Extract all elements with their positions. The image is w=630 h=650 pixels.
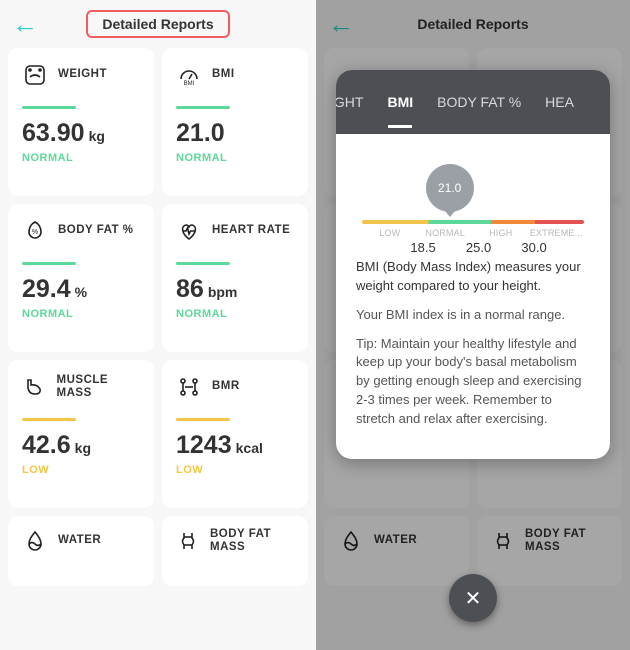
card-label: HEART RATE [212, 224, 290, 237]
bmr-icon [176, 374, 202, 400]
modal-tabs: IGHT BMI BODY FAT % HEA [336, 70, 610, 134]
heart-icon [176, 218, 202, 244]
gauge-bar [362, 220, 584, 224]
gauge: 21.0 LOW NORMAL HIGH EXTREME... 18.5 25.… [356, 168, 590, 258]
gauge-range-labels: LOW NORMAL HIGH EXTREME... [362, 228, 584, 238]
svg-text:%: % [32, 229, 38, 236]
close-icon: ✕ [465, 586, 482, 611]
desc-heading: BMI (Body Mass Index) measures your weig… [356, 258, 590, 296]
accent-bar [176, 418, 230, 421]
desc-p2: Tip: Maintain your healthy lifestyle and… [356, 335, 590, 429]
card-weight[interactable]: WEIGHT 63.90 kg NORMAL [8, 48, 154, 196]
range-high: HIGH [473, 228, 529, 238]
range-low: LOW [362, 228, 418, 238]
desc-p1: Your BMI index is in a normal range. [356, 306, 590, 325]
card-unit: % [75, 284, 87, 300]
card-unit: kg [75, 440, 91, 456]
tab-weight[interactable]: IGHT [336, 94, 375, 110]
card-status: LOW [176, 464, 296, 476]
card-label: WEIGHT [58, 68, 107, 81]
card-value: 21.0 [176, 119, 225, 148]
tick-val: 30.0 [506, 240, 562, 255]
card-heartrate[interactable]: HEART RATE 86 bpm NORMAL [162, 204, 308, 352]
right-pane: ← Detailed Reports WATER BODY FAT MASS [316, 0, 630, 650]
title-highlight-box: Detailed Reports [86, 10, 229, 38]
card-label: WATER [58, 534, 101, 547]
modal-body: 21.0 LOW NORMAL HIGH EXTREME... 18.5 25.… [336, 134, 610, 459]
accent-bar [176, 262, 230, 265]
card-value: 1243 [176, 431, 232, 460]
bodyfat-icon: % [22, 218, 48, 244]
gauge-tick-values: 18.5 25.0 30.0 [362, 240, 584, 255]
water-icon [22, 528, 48, 554]
card-unit: kcal [236, 440, 263, 456]
tick-val: 25.0 [451, 240, 507, 255]
tab-bmi[interactable]: BMI [375, 94, 425, 110]
card-water[interactable]: WATER [8, 516, 154, 586]
card-value: 42.6 [22, 431, 71, 460]
accent-bar [22, 262, 76, 265]
card-status: LOW [22, 464, 142, 476]
card-status: NORMAL [176, 152, 296, 164]
card-bodyfatmass[interactable]: BODY FAT MASS [162, 516, 308, 586]
page-title: Detailed Reports [102, 16, 213, 32]
muscle-icon [22, 374, 47, 400]
scale-icon [22, 62, 48, 88]
card-value: 86 [176, 275, 204, 304]
back-button[interactable]: ← [12, 9, 38, 40]
gauge-value: 21.0 [426, 164, 474, 212]
card-unit: bpm [208, 284, 238, 300]
card-status: NORMAL [22, 152, 142, 164]
detail-modal: IGHT BMI BODY FAT % HEA 21.0 LOW NORMAL … [336, 70, 610, 459]
accent-bar [176, 106, 230, 109]
card-value: 63.90 [22, 119, 85, 148]
tab-bodyfat[interactable]: BODY FAT % [425, 94, 533, 110]
card-label: BODY FAT % [58, 224, 134, 237]
close-button[interactable]: ✕ [449, 574, 497, 622]
card-status: NORMAL [22, 308, 142, 320]
range-extreme: EXTREME... [529, 228, 585, 238]
gauge-icon: BMI [176, 62, 202, 88]
accent-bar [22, 106, 76, 109]
card-muscle[interactable]: MUSCLE MASS 42.6 kg LOW [8, 360, 154, 508]
accent-bar [22, 418, 76, 421]
modal-description: BMI (Body Mass Index) measures your weig… [356, 258, 590, 429]
tab-heart[interactable]: HEA [533, 94, 586, 110]
left-pane: ← Detailed Reports WEIGHT 63.90 kg NORMA… [0, 0, 316, 650]
svg-text:BMI: BMI [184, 81, 195, 87]
tick-val: 18.5 [395, 240, 451, 255]
card-value: 29.4 [22, 275, 71, 304]
card-label: BMR [212, 380, 240, 393]
card-label: MUSCLE MASS [57, 374, 142, 400]
card-bmr[interactable]: BMR 1243 kcal LOW [162, 360, 308, 508]
card-label: BMI [212, 68, 235, 81]
range-normal: NORMAL [418, 228, 474, 238]
card-unit: kg [89, 128, 105, 144]
bodyfatmass-icon [176, 528, 200, 554]
metric-grid: WEIGHT 63.90 kg NORMAL BMI BMI 21.0 NORM… [0, 48, 316, 594]
card-label: BODY FAT MASS [210, 528, 296, 554]
card-bmi[interactable]: BMI BMI 21.0 NORMAL [162, 48, 308, 196]
header: ← Detailed Reports [0, 0, 316, 48]
card-bodyfat[interactable]: % BODY FAT % 29.4 % NORMAL [8, 204, 154, 352]
card-status: NORMAL [176, 308, 296, 320]
